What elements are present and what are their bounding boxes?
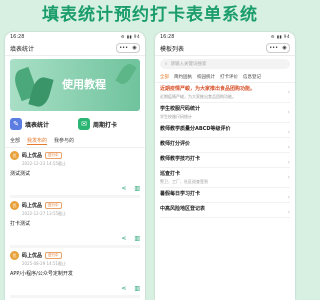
deadline-time: 2022-12-23 14:55截止	[22, 161, 67, 166]
chevron-right-icon: ›	[287, 129, 290, 136]
status-bar: 16:28 ⚙ ▮▮ 94	[155, 32, 295, 41]
chevron-right-icon: ›	[287, 174, 290, 181]
close-icon[interactable]: ◉	[282, 45, 286, 51]
template-desc: 学生校服尺码统计	[160, 114, 192, 119]
stats-icon[interactable]: ▥	[134, 185, 140, 192]
filter-tabs: 全部 我发布的 我参与的	[5, 134, 145, 148]
status-badge: 进行中	[45, 202, 62, 209]
tab-published[interactable]: 我发布的	[27, 137, 48, 145]
template-item[interactable]: 暑假每日学习打卡 ›	[160, 188, 290, 203]
template-item[interactable]: 近期疫情严峻，为大家推出食品团购功能。 近期疫情严峻，为大家推出食品团购功能。 …	[160, 83, 290, 103]
search-placeholder: 请输入关键词搜索	[170, 62, 207, 67]
page-title: 模板列表	[160, 45, 185, 53]
form-icon: ✎	[10, 118, 22, 130]
app-banner: 填表统计预约打卡表单系统	[0, 0, 300, 32]
avatar: 优	[10, 201, 19, 210]
phone-screen-home: 16:28 ⚙ ▮▮ 94 填表统计 ••• ◉ 使用教程 ✎ 填表统计 ✉ 周…	[5, 32, 145, 300]
template-item[interactable]: 教师教学技巧打卡 ›	[160, 153, 290, 168]
list-item[interactable]: 优 码上优品 进行中 2022-12-23 14:55截止 测试测试 ⋖ ▥	[10, 148, 140, 198]
status-bar: 16:28 ⚙ ▮▮ 94	[5, 32, 145, 41]
list-item[interactable]: 优 码上优品 进行中 2025-08-29 14:51截止 APP/小程序/公众…	[10, 248, 140, 298]
author-name: 码上优品	[22, 153, 43, 159]
status-time: 16:28	[10, 33, 25, 40]
phone-screen-templates: 16:28 ⚙ ▮▮ 94 模板列表 ••• ◉ ⌕ 请输入关键词搜索 全部 简…	[155, 32, 295, 300]
author-name: 码上优品	[22, 253, 43, 259]
stats-icon[interactable]: ▥	[134, 235, 140, 242]
deadline-time: 2022-12-27 13:55截止	[22, 211, 67, 216]
nav-bar: 模板列表 ••• ◉	[155, 41, 295, 56]
tutorial-banner[interactable]: 使用教程	[10, 59, 140, 111]
stats-icon[interactable]: ▥	[134, 285, 140, 292]
template-item[interactable]: 教师打分评价 ›	[160, 138, 290, 153]
share-icon[interactable]: ⋖	[121, 235, 126, 242]
template-item[interactable]: 巡查打卡 警卫、工厂、社区巡查签到 ›	[160, 168, 290, 188]
avatar: 优	[10, 251, 19, 260]
page-title: 填表统计	[10, 45, 35, 53]
template-desc: 警卫、工厂、社区巡查签到	[160, 179, 208, 184]
search-icon: ⌕	[165, 62, 168, 67]
template-title: 学生校服尺码统计	[160, 106, 201, 112]
category-tabs: 全部 简约固执 校园统计 打卡评价 信息登记	[155, 72, 295, 83]
status-icons: ⚙ ▮▮ 94	[120, 34, 140, 39]
chevron-right-icon: ›	[287, 194, 290, 201]
item-title: 打卡测试	[10, 221, 31, 227]
list-item[interactable]: 优 码上优品 进行中 2022-12-27 13:55截止 打卡测试 ⋖ ▥	[10, 198, 140, 248]
share-icon[interactable]: ⋖	[121, 185, 126, 192]
tab-category[interactable]: 简约固执	[174, 74, 192, 80]
feature-label: 填表统计	[25, 121, 50, 129]
tutorial-banner-text: 使用教程	[62, 78, 106, 91]
search-input[interactable]: ⌕ 请输入关键词搜索	[160, 59, 290, 69]
template-desc: 近期疫情严峻，为大家推出食品团购功能。	[160, 94, 236, 99]
tab-category[interactable]: 信息登记	[243, 74, 261, 80]
tab-participated[interactable]: 我参与的	[54, 137, 74, 145]
chevron-right-icon: ›	[287, 144, 290, 151]
item-title: APP/小程序/公众号定制开发	[10, 271, 73, 277]
deadline-time: 2025-08-29 14:51截止	[22, 261, 67, 266]
status-badge: 进行中	[45, 252, 62, 259]
avatar: 优	[10, 151, 19, 160]
mini-program-capsule[interactable]: ••• ◉	[116, 43, 140, 53]
nav-bar: 填表统计 ••• ◉	[5, 41, 145, 56]
status-badge: 进行中	[45, 152, 62, 159]
checkin-icon: ✉	[78, 118, 90, 130]
item-title: 测试测试	[10, 171, 31, 177]
feature-entries: ✎ 填表统计 ✉ 周期打卡	[10, 114, 140, 134]
template-title: 教师教学质量分ABCD等级评价	[160, 126, 231, 132]
author-name: 码上优品	[22, 203, 43, 209]
template-title: 教师打分评价	[160, 141, 191, 147]
chevron-right-icon: ›	[287, 109, 290, 116]
template-title: 近期疫情严峻，为大家推出食品团购功能。	[160, 86, 256, 92]
leaf-decoration	[115, 61, 137, 87]
close-icon[interactable]: ◉	[132, 45, 136, 51]
chevron-right-icon: ›	[287, 209, 290, 216]
status-icons: ⚙ ▮▮ 94	[270, 34, 290, 39]
more-icon[interactable]: •••	[119, 45, 128, 51]
tab-category[interactable]: 校园统计	[197, 74, 215, 80]
template-title: 暑假每日学习打卡	[160, 191, 201, 197]
template-title: 中高风险地区登记表	[160, 206, 206, 212]
more-icon[interactable]: •••	[269, 45, 278, 51]
mini-program-capsule[interactable]: ••• ◉	[266, 43, 290, 53]
tab-category-all[interactable]: 全部	[160, 74, 169, 80]
template-item[interactable]: 中高风险地区登记表 ›	[160, 203, 290, 218]
template-item[interactable]: 教师教学质量分ABCD等级评价 ›	[160, 123, 290, 138]
template-item[interactable]: 学生校服尺码统计 学生校服尺码统计 ›	[160, 103, 290, 123]
tab-all[interactable]: 全部	[10, 137, 20, 145]
template-title: 巡查打卡	[160, 171, 181, 177]
chevron-right-icon: ›	[287, 89, 290, 96]
tab-category[interactable]: 打卡评价	[220, 74, 238, 80]
feature-label: 周期打卡	[93, 121, 118, 129]
status-time: 16:28	[160, 33, 175, 40]
share-icon[interactable]: ⋖	[121, 285, 126, 292]
periodic-checkin-button[interactable]: ✉ 周期打卡	[78, 114, 140, 134]
banner-title: 填表统计预约打卡表单系统	[42, 5, 258, 25]
form-stats-button[interactable]: ✎ 填表统计	[10, 114, 72, 134]
chevron-right-icon: ›	[287, 159, 290, 166]
template-title: 教师教学技巧打卡	[160, 156, 201, 162]
